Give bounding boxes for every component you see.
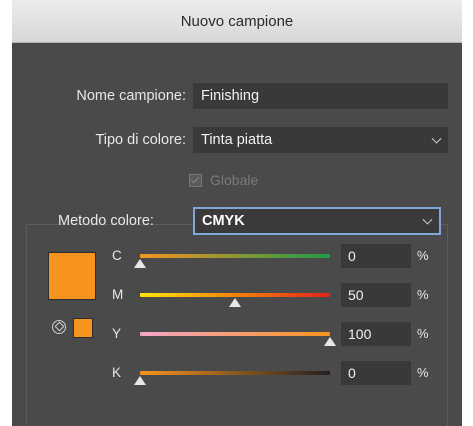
- slider-track-c[interactable]: [140, 254, 330, 258]
- slider-track-m[interactable]: [140, 293, 330, 297]
- channel-label-y: Y: [112, 326, 122, 341]
- chevron-down-icon: [431, 133, 442, 144]
- channel-value: 0: [348, 248, 356, 264]
- global-checkbox[interactable]: [189, 173, 202, 187]
- channel-label-k: K: [112, 365, 122, 380]
- swatch-preview: [48, 252, 96, 300]
- color-type-value: Tinta piatta: [201, 132, 273, 148]
- global-label: Globale: [210, 172, 259, 188]
- channel-value: 100: [348, 326, 372, 342]
- value-field-y[interactable]: 100: [341, 322, 411, 346]
- percent-unit: %: [417, 326, 429, 341]
- percent-unit: %: [417, 248, 429, 263]
- new-swatch-dialog: Nuovo campione Nome campione: Finishing …: [12, 0, 462, 426]
- swatch-name-label: Nome campione:: [76, 88, 186, 104]
- slider-thumb-y[interactable]: [324, 337, 336, 346]
- dialog-title: Nuovo campione: [12, 0, 462, 43]
- out-of-gamut-icon[interactable]: [52, 320, 66, 334]
- slider-track-y[interactable]: [140, 332, 330, 336]
- slider-thumb-c[interactable]: [134, 259, 146, 268]
- percent-unit: %: [417, 365, 429, 380]
- color-mode-value: CMYK: [202, 213, 245, 229]
- gamut-swatch[interactable]: [73, 318, 93, 338]
- value-field-m[interactable]: 50: [341, 283, 411, 307]
- global-checkbox-row[interactable]: Globale: [189, 172, 258, 188]
- value-field-k[interactable]: 0: [341, 361, 411, 385]
- color-type-label: Tipo di colore:: [95, 132, 186, 148]
- color-type-select[interactable]: Tinta piatta: [193, 127, 448, 153]
- chevron-down-icon: [422, 214, 433, 225]
- channel-label-m: M: [112, 287, 124, 302]
- color-mode-select[interactable]: CMYK: [193, 207, 441, 235]
- swatch-name-field[interactable]: Finishing: [193, 83, 448, 109]
- channel-value: 50: [348, 287, 364, 303]
- slider-track-k[interactable]: [140, 371, 330, 375]
- channel-label-c: C: [112, 248, 122, 263]
- color-mode-label: Metodo colore:: [58, 213, 154, 229]
- channel-value: 0: [348, 365, 356, 381]
- percent-unit: %: [417, 287, 429, 302]
- slider-thumb-k[interactable]: [134, 376, 146, 385]
- value-field-c[interactable]: 0: [341, 244, 411, 268]
- swatch-name-value: Finishing: [201, 88, 260, 104]
- slider-thumb-m[interactable]: [229, 298, 241, 307]
